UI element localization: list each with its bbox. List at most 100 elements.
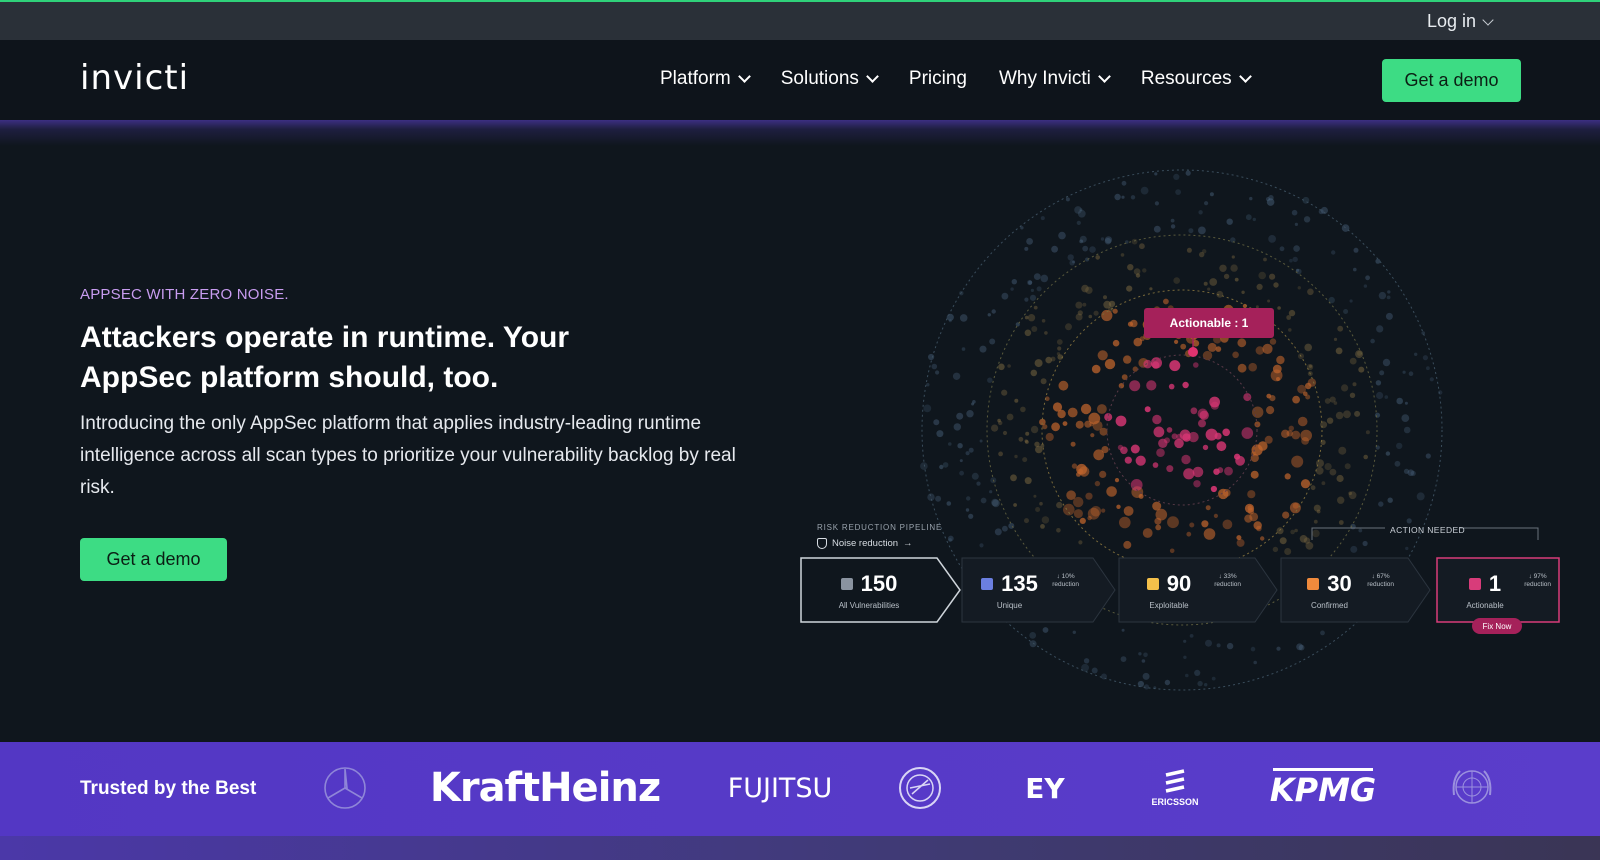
- vulnerability-dot: [1002, 525, 1008, 532]
- vulnerability-dot: [1013, 503, 1017, 507]
- nav-item-platform[interactable]: Platform: [660, 68, 751, 90]
- nav-get-demo-button[interactable]: Get a demo: [1382, 59, 1521, 102]
- vulnerability-dot: [1174, 339, 1179, 344]
- vulnerability-dot: [1349, 392, 1356, 398]
- nav-menu: Platform Solutions Pricing Why Invicti R…: [660, 68, 1282, 90]
- vulnerability-dot: [1292, 395, 1300, 404]
- vulnerability-dot: [1247, 490, 1256, 499]
- vulnerability-dot: [1007, 364, 1011, 368]
- hero-get-demo-button[interactable]: Get a demo: [80, 538, 227, 581]
- stage-value: 1: [1488, 570, 1502, 596]
- vulnerability-dot: [968, 513, 974, 519]
- stage-icon: [981, 577, 994, 590]
- chevron-down-icon: [866, 70, 879, 83]
- vulnerability-dot: [1293, 245, 1300, 252]
- vulnerability-dot: [1362, 540, 1368, 547]
- vulnerability-dot: [946, 501, 952, 506]
- vulnerability-dot: [1024, 518, 1029, 524]
- vulnerability-dot: [1209, 192, 1214, 197]
- vulnerability-dot: [1044, 331, 1048, 335]
- vulnerability-dot: [1029, 294, 1037, 301]
- nav-item-solutions[interactable]: Solutions: [781, 68, 879, 90]
- vulnerability-dot: [959, 470, 964, 476]
- vulnerability-dot: [1324, 463, 1332, 471]
- fix-now-button[interactable]: Fix Now: [1472, 618, 1522, 634]
- vulnerability-dot: [1438, 390, 1443, 395]
- vulnerability-dot: [1149, 287, 1153, 291]
- vulnerability-dot: [1258, 271, 1266, 280]
- vulnerability-dot: [1141, 659, 1146, 663]
- vulnerability-dot: [1354, 410, 1361, 417]
- noise-reduction-label: Noise reduction →: [817, 538, 913, 549]
- chevron-down-icon: [737, 70, 751, 83]
- nav-item-label: Resources: [1140, 68, 1232, 89]
- vulnerability-dot: [998, 420, 1003, 426]
- vulnerability-dot: [989, 490, 993, 494]
- kpmg-logo: KPMG: [1270, 768, 1376, 809]
- vulnerability-dot: [1057, 409, 1066, 419]
- vulnerability-dot: [1329, 396, 1336, 403]
- vulnerability-dot: [1303, 391, 1308, 397]
- vulnerability-dot: [1126, 285, 1133, 292]
- vulnerability-dot: [1198, 226, 1206, 235]
- vulnerability-dot: [1112, 339, 1120, 347]
- vulnerability-dot: [1282, 511, 1290, 519]
- nav-item-why-invicti[interactable]: Why Invicti: [999, 68, 1111, 90]
- vulnerability-dot: [1243, 393, 1252, 402]
- vulnerability-dot: [1114, 193, 1121, 201]
- vulnerability-dot: [1234, 277, 1239, 282]
- vulnerability-dot: [1042, 627, 1049, 633]
- vulnerability-dot: [1183, 639, 1187, 643]
- vulnerability-dot: [933, 419, 940, 426]
- vulnerability-dot: [1121, 180, 1127, 186]
- vulnerability-dot: [1305, 382, 1312, 390]
- vulnerability-dot: [1056, 528, 1061, 533]
- vulnerability-dot: [1143, 359, 1152, 369]
- vulnerability-dot: [1152, 501, 1162, 511]
- vulnerability-dot: [1387, 497, 1393, 503]
- stage-confirmed: 30 Confirmed ↓ 67% reduction: [1281, 558, 1408, 622]
- vulnerability-dot: [1252, 406, 1264, 418]
- warning-icon: [1468, 577, 1481, 590]
- vulnerability-dot: [1120, 253, 1125, 257]
- vulnerability-dot: [1183, 468, 1195, 480]
- vulnerability-dot: [1279, 537, 1287, 545]
- vulnerability-dot: [946, 313, 954, 321]
- vulnerability-dot: [1241, 290, 1245, 294]
- login-link[interactable]: Log in: [1427, 11, 1494, 32]
- nav-item-resources[interactable]: Resources: [1140, 68, 1252, 90]
- vulnerability-dot: [1363, 454, 1368, 460]
- vulnerability-dot: [1115, 415, 1127, 427]
- shield-icon: [817, 538, 827, 549]
- vulnerability-dot: [1112, 308, 1118, 314]
- vulnerability-dot: [972, 400, 976, 404]
- vulnerability-dot: [1173, 173, 1180, 180]
- vulnerability-dot: [1123, 355, 1132, 364]
- vulnerability-dot: [1083, 658, 1090, 664]
- vulnerability-dot: [1085, 286, 1093, 294]
- nav-item-pricing[interactable]: Pricing: [909, 68, 967, 90]
- vulnerability-dot: [1337, 496, 1345, 504]
- stage-value: 30: [1327, 570, 1352, 596]
- vulnerability-dot: [1192, 466, 1204, 478]
- vulnerability-dot: [1031, 326, 1038, 332]
- vulnerability-dot: [1210, 485, 1217, 493]
- vulnerability-dot: [1072, 260, 1076, 264]
- vulnerability-dot: [1190, 407, 1198, 415]
- vulnerability-dot: [1014, 398, 1019, 403]
- stage-icon: [840, 577, 853, 590]
- vulnerability-dot: [1099, 470, 1107, 478]
- vulnerability-dot: [1067, 407, 1078, 418]
- vulnerability-dot: [1175, 189, 1181, 195]
- vulnerability-dot: [994, 528, 1002, 536]
- stage-label: All Vulnerabilities: [838, 600, 900, 610]
- vulnerability-dot: [1276, 355, 1285, 365]
- vulnerability-dot: [1335, 411, 1344, 420]
- vulnerability-dot: [1365, 275, 1370, 281]
- vulnerability-dot: [1353, 247, 1359, 253]
- vulnerability-dot: [1153, 426, 1165, 438]
- vulnerability-dot: [1123, 540, 1132, 549]
- vulnerability-dot: [1352, 382, 1357, 387]
- vulnerability-dot: [1260, 536, 1265, 541]
- invicti-logo[interactable]: invicti: [80, 58, 189, 98]
